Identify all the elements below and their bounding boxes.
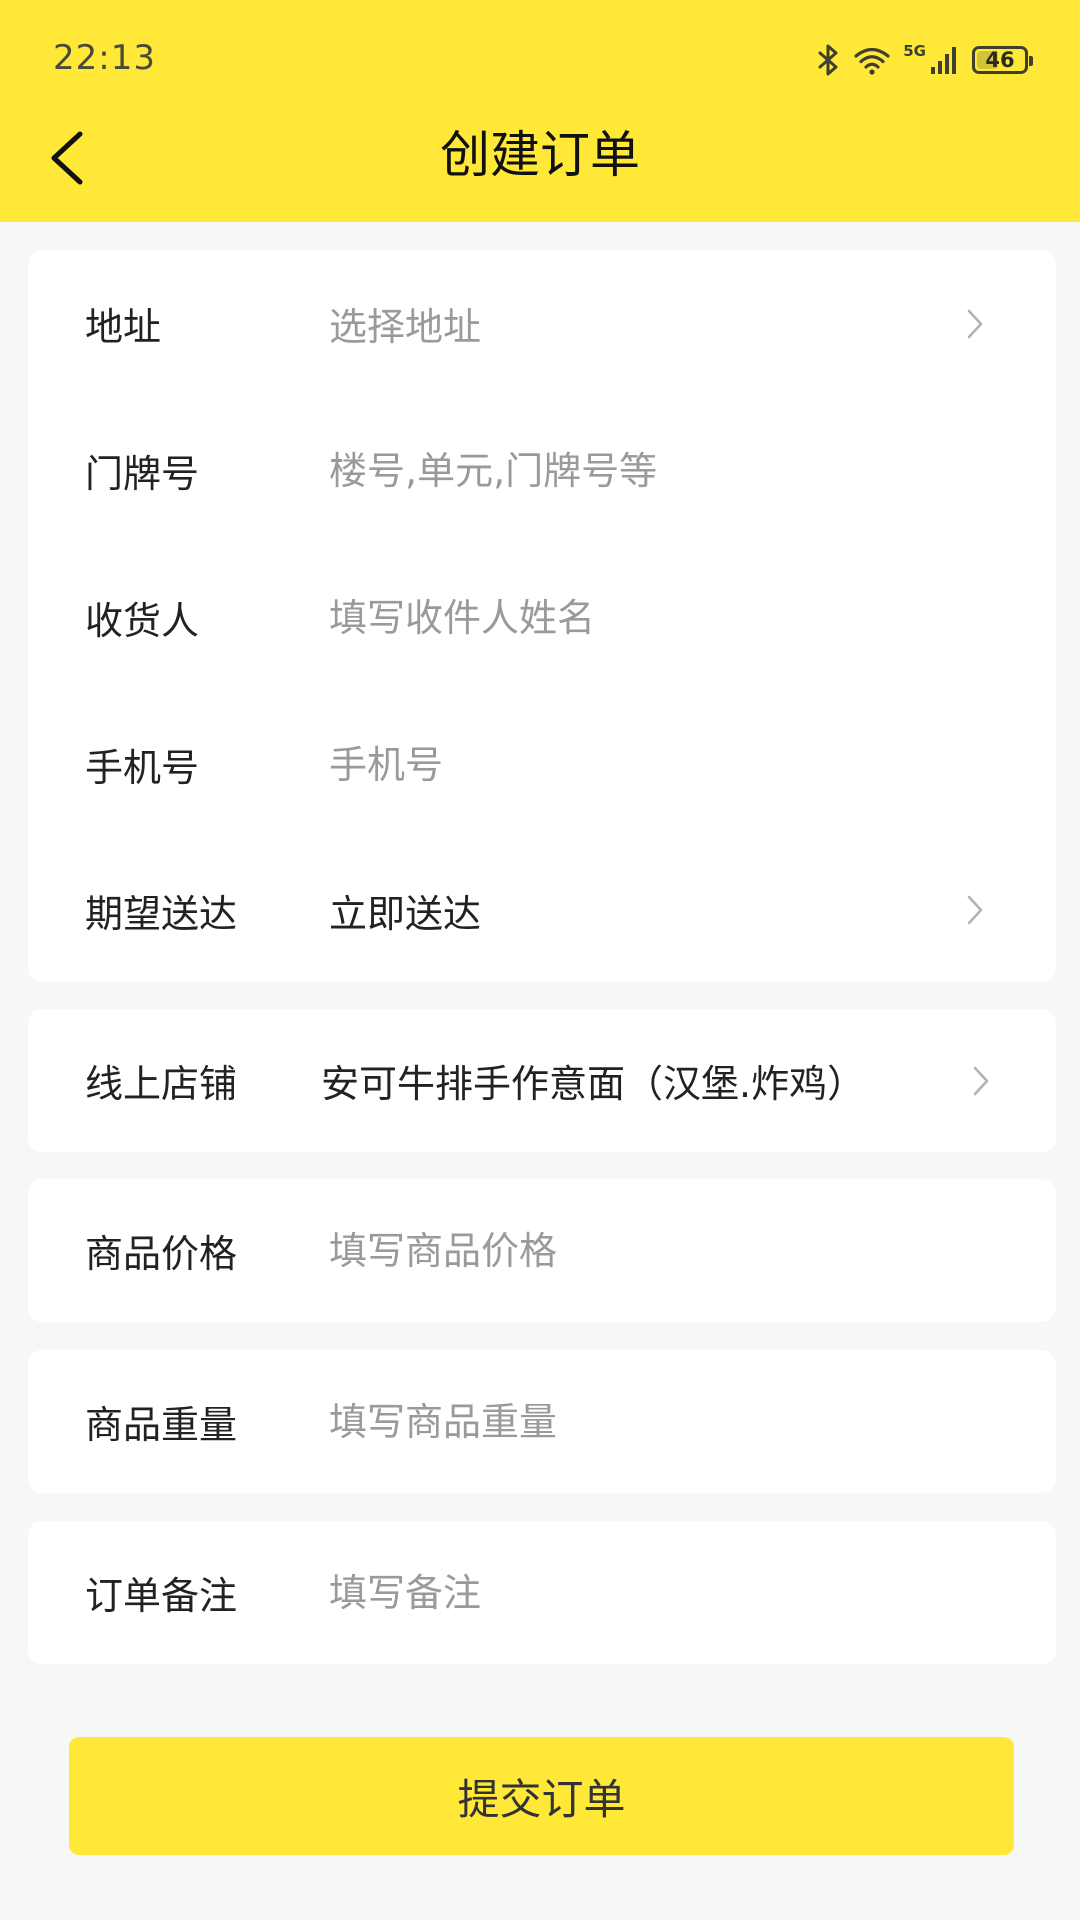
phone-label: 手机号 <box>85 746 200 790</box>
address-card: 地址 选择地址 门牌号 收货人 手机号 期望送达 立即送达 <box>28 250 1056 982</box>
phone-row: 手机号 <box>28 691 1056 838</box>
network-type-label: 5G <box>903 42 926 60</box>
bluetooth-icon <box>818 44 838 76</box>
shop-row[interactable]: 线上店铺 安可牛排手作意面（汉堡.炸鸡） <box>28 1009 1056 1152</box>
recipient-name-input[interactable] <box>329 595 969 640</box>
header-bar: 22:13 5G 46 创建订单 <box>0 0 1080 222</box>
page-title: 创建订单 <box>440 126 640 184</box>
status-bar: 22:13 5G 46 <box>0 0 1080 120</box>
wifi-icon <box>854 47 890 75</box>
address-select[interactable]: 选择地址 <box>329 296 969 351</box>
shop-card: 线上店铺 安可牛排手作意面（汉堡.炸鸡） <box>28 1009 1056 1152</box>
shop-label: 线上店铺 <box>85 1062 238 1106</box>
chevron-right-icon <box>967 895 983 925</box>
address-row[interactable]: 地址 选择地址 <box>28 250 1056 397</box>
phone-input[interactable] <box>329 742 969 787</box>
delivery-time-value: 立即送达 <box>329 891 482 936</box>
signal-icon <box>931 47 956 74</box>
delivery-time-label: 期望送达 <box>85 891 238 936</box>
address-label: 地址 <box>85 305 162 349</box>
door-number-row: 门牌号 <box>28 397 1056 544</box>
price-row: 商品价格 <box>28 1179 1056 1322</box>
battery-text: 46 <box>985 48 1015 72</box>
price-card: 商品价格 <box>28 1179 1056 1322</box>
recipient-row: 收货人 <box>28 544 1056 691</box>
recipient-label: 收货人 <box>85 599 200 643</box>
door-number-input[interactable] <box>329 448 969 493</box>
delivery-time-row[interactable]: 期望送达 立即送达 <box>28 838 1056 982</box>
note-card: 订单备注 <box>28 1521 1056 1664</box>
weight-label: 商品重量 <box>85 1403 238 1447</box>
note-row: 订单备注 <box>28 1521 1056 1664</box>
door-number-label: 门牌号 <box>85 452 200 496</box>
price-input[interactable] <box>329 1228 969 1273</box>
weight-input[interactable] <box>329 1399 969 1444</box>
shop-value: 安可牛排手作意面（汉堡.炸鸡） <box>321 1062 866 1106</box>
price-label: 商品价格 <box>85 1232 238 1276</box>
status-icons: 5G 46 <box>817 40 1033 80</box>
chevron-right-icon <box>973 1066 989 1095</box>
note-label: 订单备注 <box>85 1574 238 1618</box>
submit-order-button[interactable]: 提交订单 <box>69 1737 1014 1855</box>
battery-icon: 46 <box>972 46 1033 74</box>
weight-card: 商品重量 <box>28 1350 1056 1493</box>
chevron-right-icon <box>967 309 983 338</box>
note-input[interactable] <box>329 1570 969 1615</box>
status-time: 22:13 <box>53 38 156 78</box>
weight-row: 商品重量 <box>28 1350 1056 1493</box>
